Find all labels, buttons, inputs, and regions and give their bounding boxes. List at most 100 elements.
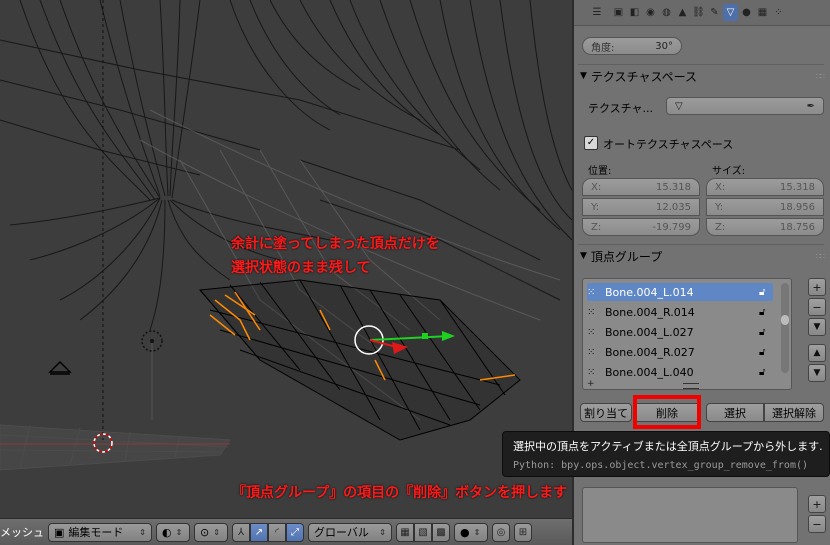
size-x-value: 15.318 [780,181,815,193]
move-up-icon[interactable]: ▲ [808,344,826,362]
vertex-group-icon: ⁙ [587,346,596,358]
mesh-triangle-icon: ▽ [675,100,683,112]
particles-tab-icon[interactable]: ⁘ [771,4,786,21]
list-item[interactable]: ⁙ Bone.004_R.014 🔓︎ [587,303,773,321]
proportional-selector[interactable]: ● ⇕ [454,522,488,542]
scrollbar-thumb[interactable] [781,315,789,325]
collapse-arrow-icon: ▼ [580,71,587,81]
editor-type-icon[interactable]: ☰ [584,4,610,21]
texspace-header[interactable]: ▼ テクスチャスペース ∷∷ [580,66,825,86]
vertex-group-icon: ⁙ [587,306,596,318]
face-select-icon[interactable]: ▩ [432,522,450,542]
orientation-selector[interactable]: グローバル ⇕ [308,522,392,542]
annotation-bottom: 『頂点グループ』の項目の『削除』ボタンを押します [232,485,568,501]
viewport-header: メッシュ ▣ 編集モード ⇕ ◐ ⇕ ⊙ ⇕ ⅄ ↗ ◜ ⤢ グローバル ⇕ ▦… [0,518,572,545]
manipulator-toggle-icon[interactable]: ⅄ [232,522,250,542]
object-tab-icon[interactable]: ◍ [659,4,674,21]
location-z-field[interactable]: Z: -19.799 [582,218,700,236]
edit-mode-icon: ▣ [54,525,65,539]
section-divider [578,64,824,65]
size-x-label: X: [715,181,726,193]
list-item[interactable]: ⁙ Bone.004_L.040 🔓︎ [587,363,773,381]
select-button[interactable]: 選択 [706,403,764,422]
list-item[interactable]: ⁙ Bone.004_R.027 🔓︎ [587,343,773,361]
vgroups-header[interactable]: ▼ 頂点グループ ∷∷ [580,246,825,266]
lock-icon[interactable]: 🔓︎ [759,307,773,318]
edge-select-icon[interactable]: ▧ [414,522,432,542]
location-z-value: -19.799 [652,221,691,233]
move-down-icon[interactable]: ▼ [808,364,826,382]
size-z-value: 18.756 [780,221,815,233]
auto-texspace-label: オートテクスチャスペース [603,138,734,151]
list-item[interactable]: ⁙ Bone.004_L.027 🔓︎ [587,323,773,341]
mode-selector[interactable]: ▣ 編集モード ⇕ [48,522,152,542]
list-item[interactable]: ⁙ Bone.004_L.014 🔓︎ [587,283,773,301]
location-x-value: 15.318 [656,181,691,193]
list-filter-icon[interactable]: + [587,379,595,389]
location-y-field[interactable]: Y: 12.035 [582,198,700,216]
location-y-label: Y: [591,201,600,213]
vertex-group-name: Bone.004_R.027 [605,345,695,359]
wrench-tab-icon[interactable]: ✎ [707,4,722,21]
size-y-field[interactable]: Y: 18.956 [706,198,824,216]
scene-tab-icon[interactable]: ◧ [627,4,642,21]
eyedropper-icon[interactable]: ✒ [807,101,815,112]
assign-button[interactable]: 割り当て [580,403,632,422]
mesh-menu[interactable]: メッシュ [0,524,44,540]
render-layer-icon[interactable]: ⊞ [514,522,532,542]
world-tab-icon[interactable]: ◉ [643,4,658,21]
annotation-top-line1: 余計に塗ってしまった頂点だけを [231,236,440,252]
render-tab-icon[interactable]: ▣ [611,4,626,21]
deselect-button[interactable]: 選択解除 [764,403,824,422]
drag-grip-icon[interactable]: ∷∷ [816,72,825,81]
drag-grip-icon[interactable]: ∷∷ [816,252,825,261]
add-shape-key-button[interactable]: + [808,495,826,513]
modifiers-tab-icon[interactable]: ⛓ [691,4,706,21]
texture-mesh-field[interactable]: ▽ ✒ [666,97,824,115]
dropdown-arrows-icon: ⇕ [139,527,146,537]
specials-menu-icon[interactable]: ▼ [808,318,826,336]
size-y-label: Y: [715,201,724,213]
auto-texspace-checkbox[interactable]: ✓ [584,136,598,150]
pivot-icon: ⊙ [200,525,210,539]
shading-selector[interactable]: ◐ ⇕ [156,522,190,542]
lock-icon[interactable]: 🔓︎ [759,347,773,358]
manipulator-group: ⅄ ↗ ◜ ⤢ [232,522,304,542]
add-group-button[interactable]: + [808,278,826,296]
highlight-box [633,395,701,429]
mesh-data-tab-icon[interactable]: ▽ [723,4,738,21]
remove-shape-key-button[interactable]: − [808,515,826,533]
pivot-selector[interactable]: ⊙ ⇕ [194,522,228,542]
lock-icon[interactable]: 🔓︎ [759,327,773,338]
vertex-select-icon[interactable]: ▦ [396,522,414,542]
constraints-tab-icon[interactable]: ▲ [675,4,690,21]
remove-group-button[interactable]: − [808,298,826,316]
vertex-group-icon: ⁙ [587,326,596,338]
snap-icon[interactable]: ◎ [492,522,510,542]
size-x-field[interactable]: X: 15.318 [706,178,824,196]
angle-field[interactable]: 角度: 30° [582,37,682,55]
texspace-title: テクスチャスペース [590,69,698,84]
scale-icon[interactable]: ⤢ [286,522,304,542]
mode-label: 編集モード [68,526,124,539]
location-x-field[interactable]: X: 15.318 [582,178,700,196]
resize-grip-icon[interactable] [683,383,699,389]
dropdown-arrows-icon: ⇕ [213,527,220,537]
material-tab-icon[interactable]: ● [739,4,754,21]
location-x-label: X: [591,181,602,193]
location-z-label: Z: [591,221,602,233]
rotate-icon[interactable]: ◜ [268,522,286,542]
3d-viewport[interactable]: 余計に塗ってしまった頂点だけを 選択状態のまま残して 『頂点グループ』の項目の『… [0,0,572,518]
list-scrollbar[interactable] [781,283,789,373]
size-y-value: 18.956 [780,201,815,213]
shape-key-list[interactable] [582,487,798,543]
lock-icon[interactable]: 🔓︎ [759,287,773,298]
translate-icon[interactable]: ↗ [250,522,268,542]
location-label: 位置: [588,166,612,177]
texture-tab-icon[interactable]: ▦ [755,4,770,21]
vertex-group-icon: ⁙ [587,366,596,378]
size-z-field[interactable]: Z: 18.756 [706,218,824,236]
lock-icon[interactable]: 🔓︎ [759,367,773,378]
vertex-group-list: ⁙ Bone.004_L.014 🔓︎ ⁙ Bone.004_R.014 🔓︎ … [582,278,792,390]
annotation-top-line2: 選択状態のまま残して [231,260,371,276]
